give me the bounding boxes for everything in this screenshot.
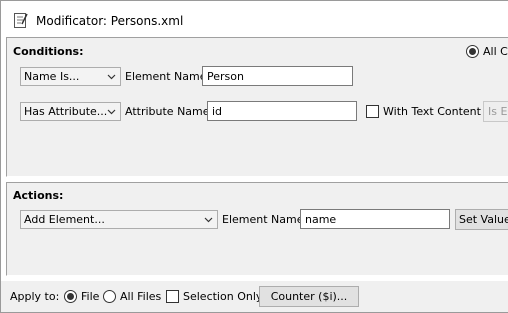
chevron-down-icon bbox=[107, 109, 116, 115]
apply-file-label: File bbox=[81, 290, 100, 303]
title-bar: Modificator: Persons.xml bbox=[1, 1, 508, 37]
modificator-window: Modificator: Persons.xml Conditions: All… bbox=[0, 0, 508, 313]
action-element-name-input[interactable]: name bbox=[300, 209, 450, 229]
action-type-combo[interactable]: Add Element... bbox=[20, 210, 218, 229]
chevron-down-icon bbox=[107, 74, 116, 80]
selection-only-label: Selection Only bbox=[183, 290, 263, 303]
attribute-name-label: Attribute Name: bbox=[125, 105, 214, 118]
apply-all-files-label: All Files bbox=[120, 290, 162, 303]
apply-file-radio[interactable] bbox=[64, 290, 77, 303]
actions-header: Actions: bbox=[13, 189, 64, 202]
with-text-content-checkbox[interactable] bbox=[366, 105, 379, 118]
all-conditions-label: All C bbox=[483, 45, 508, 58]
counter-button[interactable]: Counter ($i)... bbox=[259, 286, 359, 307]
all-conditions-radio[interactable] bbox=[466, 45, 479, 58]
condition-type-combo-1[interactable]: Name Is... bbox=[20, 67, 121, 86]
conditions-panel: Conditions: All C Name Is... Element Nam… bbox=[6, 37, 508, 177]
conditions-header: Conditions: bbox=[13, 45, 84, 58]
is-empty-button[interactable]: Is E bbox=[483, 101, 508, 122]
action-type-value: Add Element... bbox=[24, 213, 105, 226]
with-text-content-label: With Text Content bbox=[383, 105, 481, 118]
condition-type-value-1: Name Is... bbox=[24, 70, 80, 83]
apply-all-files-radio[interactable] bbox=[103, 290, 116, 303]
element-name-label: Element Name: bbox=[125, 70, 211, 83]
apply-to-bar: Apply to: File All Files Selection Only … bbox=[1, 281, 508, 312]
actions-panel: Actions: Add Element... Element Name: na… bbox=[6, 182, 508, 276]
attribute-name-input[interactable]: id bbox=[207, 101, 357, 121]
selection-only-checkbox[interactable] bbox=[166, 290, 179, 303]
condition-type-combo-2[interactable]: Has Attribute... bbox=[20, 102, 121, 121]
set-value-button[interactable]: Set Value bbox=[455, 209, 508, 230]
document-edit-icon bbox=[14, 12, 28, 28]
condition-type-value-2: Has Attribute... bbox=[24, 105, 108, 118]
condition-element-name-input[interactable]: Person bbox=[202, 66, 353, 86]
chevron-down-icon bbox=[204, 217, 213, 223]
window-title: Modificator: Persons.xml bbox=[36, 14, 184, 28]
apply-to-label: Apply to: bbox=[10, 290, 60, 303]
action-element-name-label: Element Name: bbox=[222, 213, 308, 226]
